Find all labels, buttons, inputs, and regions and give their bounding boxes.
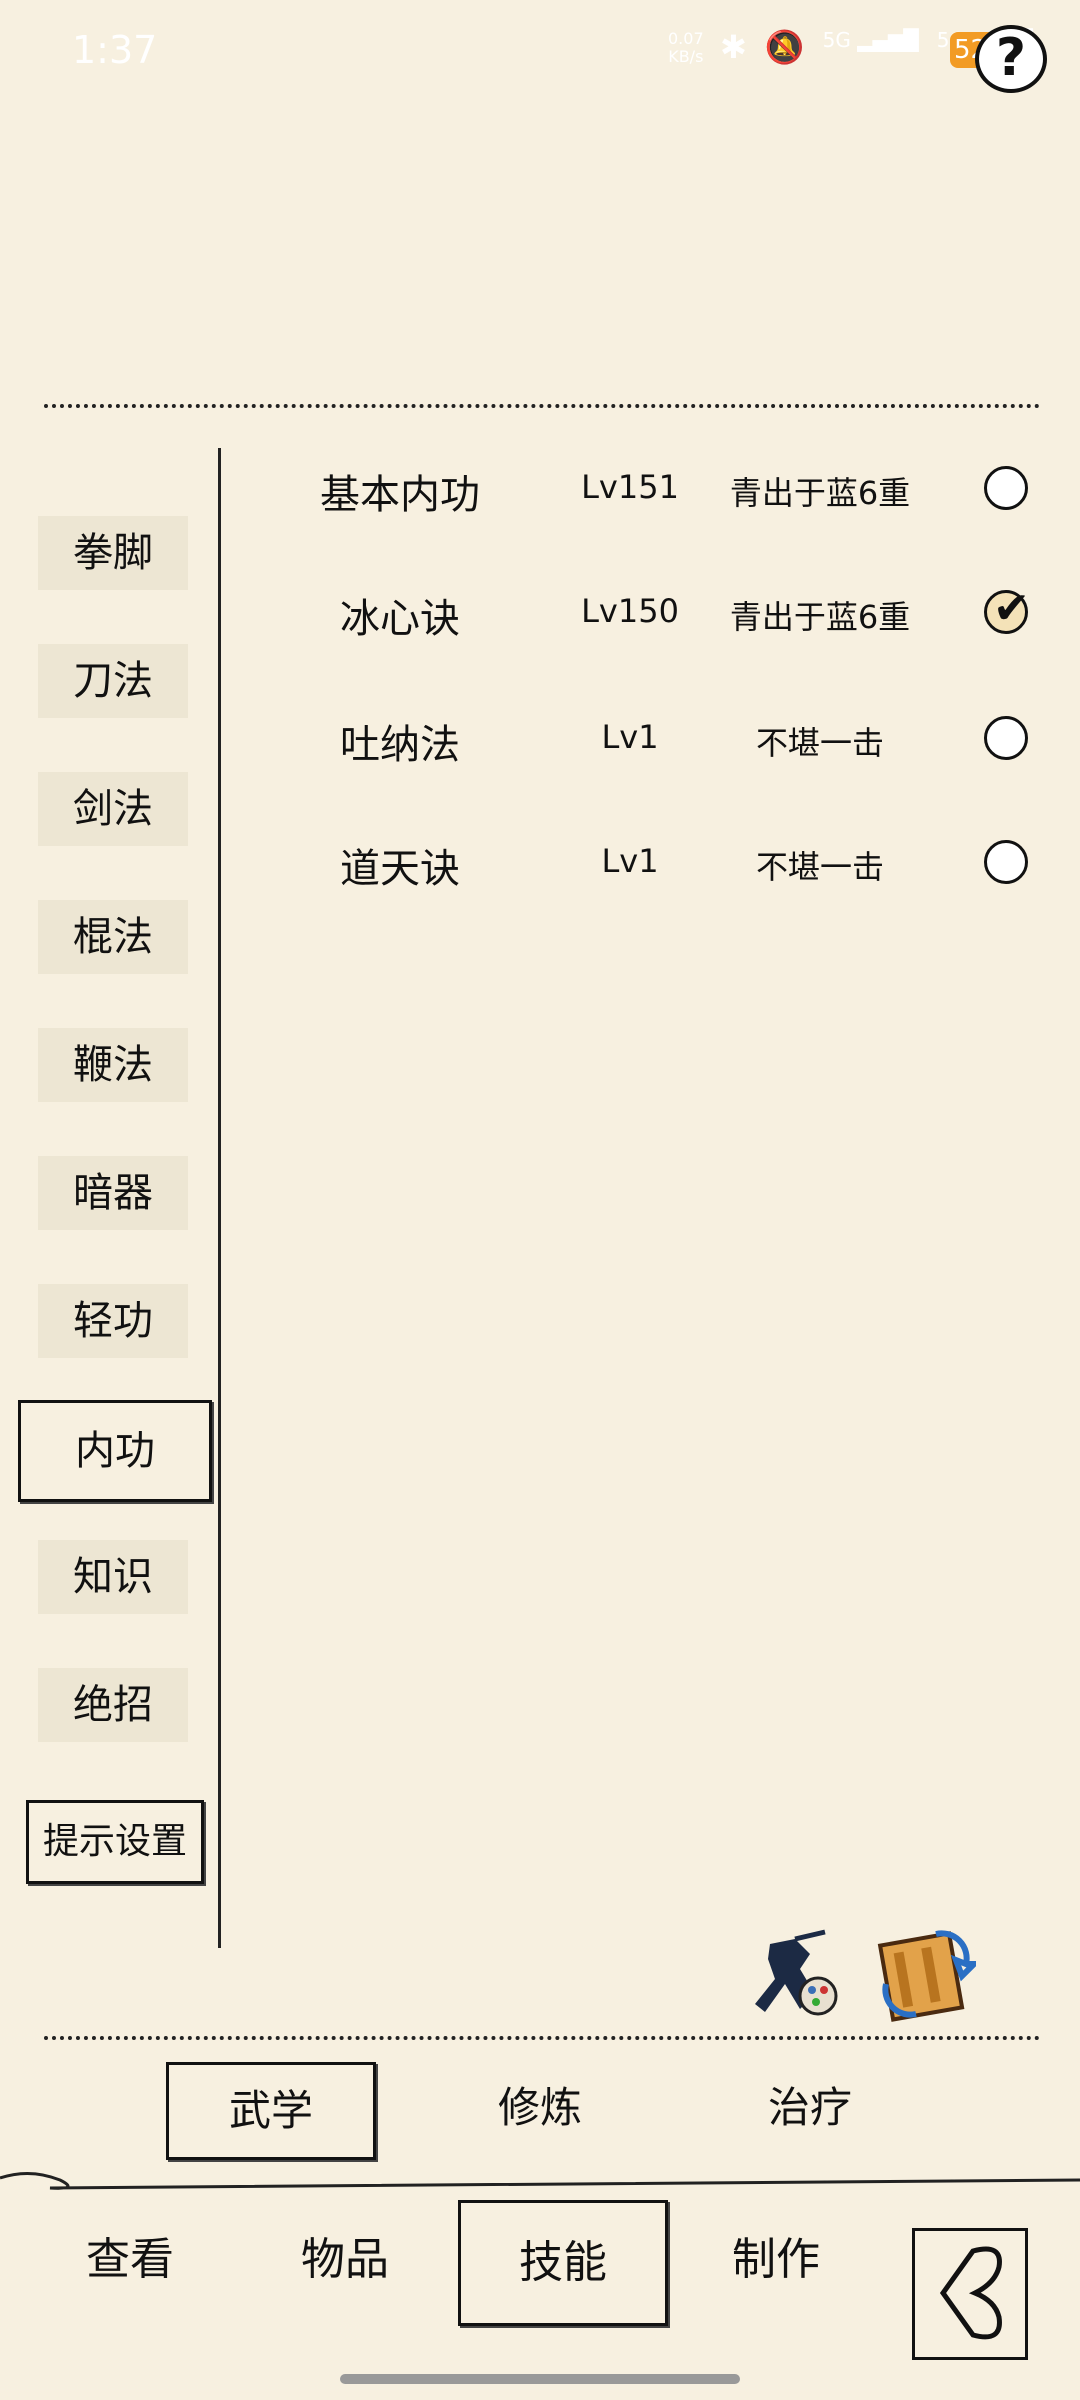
hint-settings-button[interactable]: 提示设置 bbox=[26, 1800, 204, 1884]
sidebar-item-ultimate[interactable]: 绝招 bbox=[38, 1668, 188, 1742]
skill-row[interactable]: 吐纳法 Lv1 不堪一击 bbox=[240, 690, 1060, 790]
skill-rank: 不堪一击 bbox=[755, 848, 884, 886]
skill-row[interactable]: 冰心诀 Lv150 青出于蓝6重 ✔ bbox=[240, 564, 1060, 664]
sidebar-item-knowledge[interactable]: 知识 bbox=[38, 1540, 188, 1614]
skill-select-radio[interactable] bbox=[984, 840, 1028, 884]
status-time: 1:37 bbox=[72, 28, 158, 72]
bottom-divider bbox=[44, 2036, 1040, 2040]
status-bar: 1:37 0.07 KB/s ✱ 🔕 5G ▂▄▆█ 5G ▂▄▆█ 52 bbox=[0, 0, 1080, 100]
skill-name: 吐纳法 bbox=[340, 722, 460, 768]
top-divider bbox=[44, 404, 1040, 408]
sidebar-item-neigong[interactable]: 内功 bbox=[18, 1400, 212, 1502]
skill-select-radio[interactable] bbox=[984, 716, 1028, 760]
tab-cultivation[interactable]: 修炼 bbox=[440, 2062, 640, 2154]
skill-level: Lv150 bbox=[581, 592, 679, 630]
skill-name: 基本内功 bbox=[320, 472, 480, 518]
mute-icon: 🔕 bbox=[764, 28, 805, 66]
bluetooth-icon: ✱ bbox=[720, 28, 747, 66]
nav-skills[interactable]: 技能 bbox=[458, 2200, 668, 2326]
martial-artist-palette-icon[interactable] bbox=[740, 1924, 840, 2024]
sidebar-divider bbox=[218, 448, 221, 1948]
skill-level: Lv1 bbox=[601, 718, 659, 756]
nav-craft[interactable]: 制作 bbox=[686, 2200, 866, 2320]
signal-5g-icon-1: 5G ▂▄▆█ bbox=[822, 28, 919, 52]
sidebar-item-blade[interactable]: 刀法 bbox=[38, 644, 188, 718]
sidebar-item-hidden-weapon[interactable]: 暗器 bbox=[38, 1156, 188, 1230]
skill-name: 冰心诀 bbox=[340, 596, 460, 642]
back-arrow-icon bbox=[939, 2246, 1002, 2340]
home-indicator[interactable] bbox=[340, 2374, 740, 2384]
net-speed-unit: KB/s bbox=[668, 47, 704, 66]
skill-rank: 青出于蓝6重 bbox=[729, 474, 911, 512]
sidebar-item-whip[interactable]: 鞭法 bbox=[38, 1028, 188, 1102]
back-button[interactable] bbox=[912, 2228, 1028, 2360]
skill-row[interactable]: 基本内功 Lv151 青出于蓝6重 bbox=[240, 440, 1060, 540]
skill-select-radio[interactable]: ✔ bbox=[984, 583, 1030, 634]
sidebar-item-fist[interactable]: 拳脚 bbox=[38, 516, 188, 590]
skill-level: Lv151 bbox=[581, 468, 679, 506]
nav-view[interactable]: 查看 bbox=[40, 2200, 220, 2320]
skill-rank: 青出于蓝6重 bbox=[729, 598, 911, 636]
help-button[interactable]: ? bbox=[975, 25, 1047, 93]
net-speed: 0.07 KB/s bbox=[668, 30, 704, 66]
skill-level: Lv1 bbox=[601, 842, 659, 880]
net-speed-value: 0.07 bbox=[668, 29, 704, 48]
checkmark-icon: ✔ bbox=[993, 583, 1030, 634]
skill-select-radio[interactable] bbox=[984, 466, 1028, 510]
sidebar-item-staff[interactable]: 棍法 bbox=[38, 900, 188, 974]
skill-row[interactable]: 道天诀 Lv1 不堪一击 bbox=[240, 814, 1060, 914]
sidebar-item-sword[interactable]: 剑法 bbox=[38, 772, 188, 846]
tab-healing[interactable]: 治疗 bbox=[710, 2062, 910, 2154]
sidebar-item-qinggong[interactable]: 轻功 bbox=[38, 1284, 188, 1358]
nav-items[interactable]: 物品 bbox=[255, 2200, 435, 2320]
tab-martial-arts[interactable]: 武学 bbox=[166, 2062, 376, 2160]
skill-rank: 不堪一击 bbox=[755, 724, 884, 762]
swap-book-icon[interactable] bbox=[876, 1924, 982, 2024]
skill-name: 道天诀 bbox=[340, 846, 460, 892]
